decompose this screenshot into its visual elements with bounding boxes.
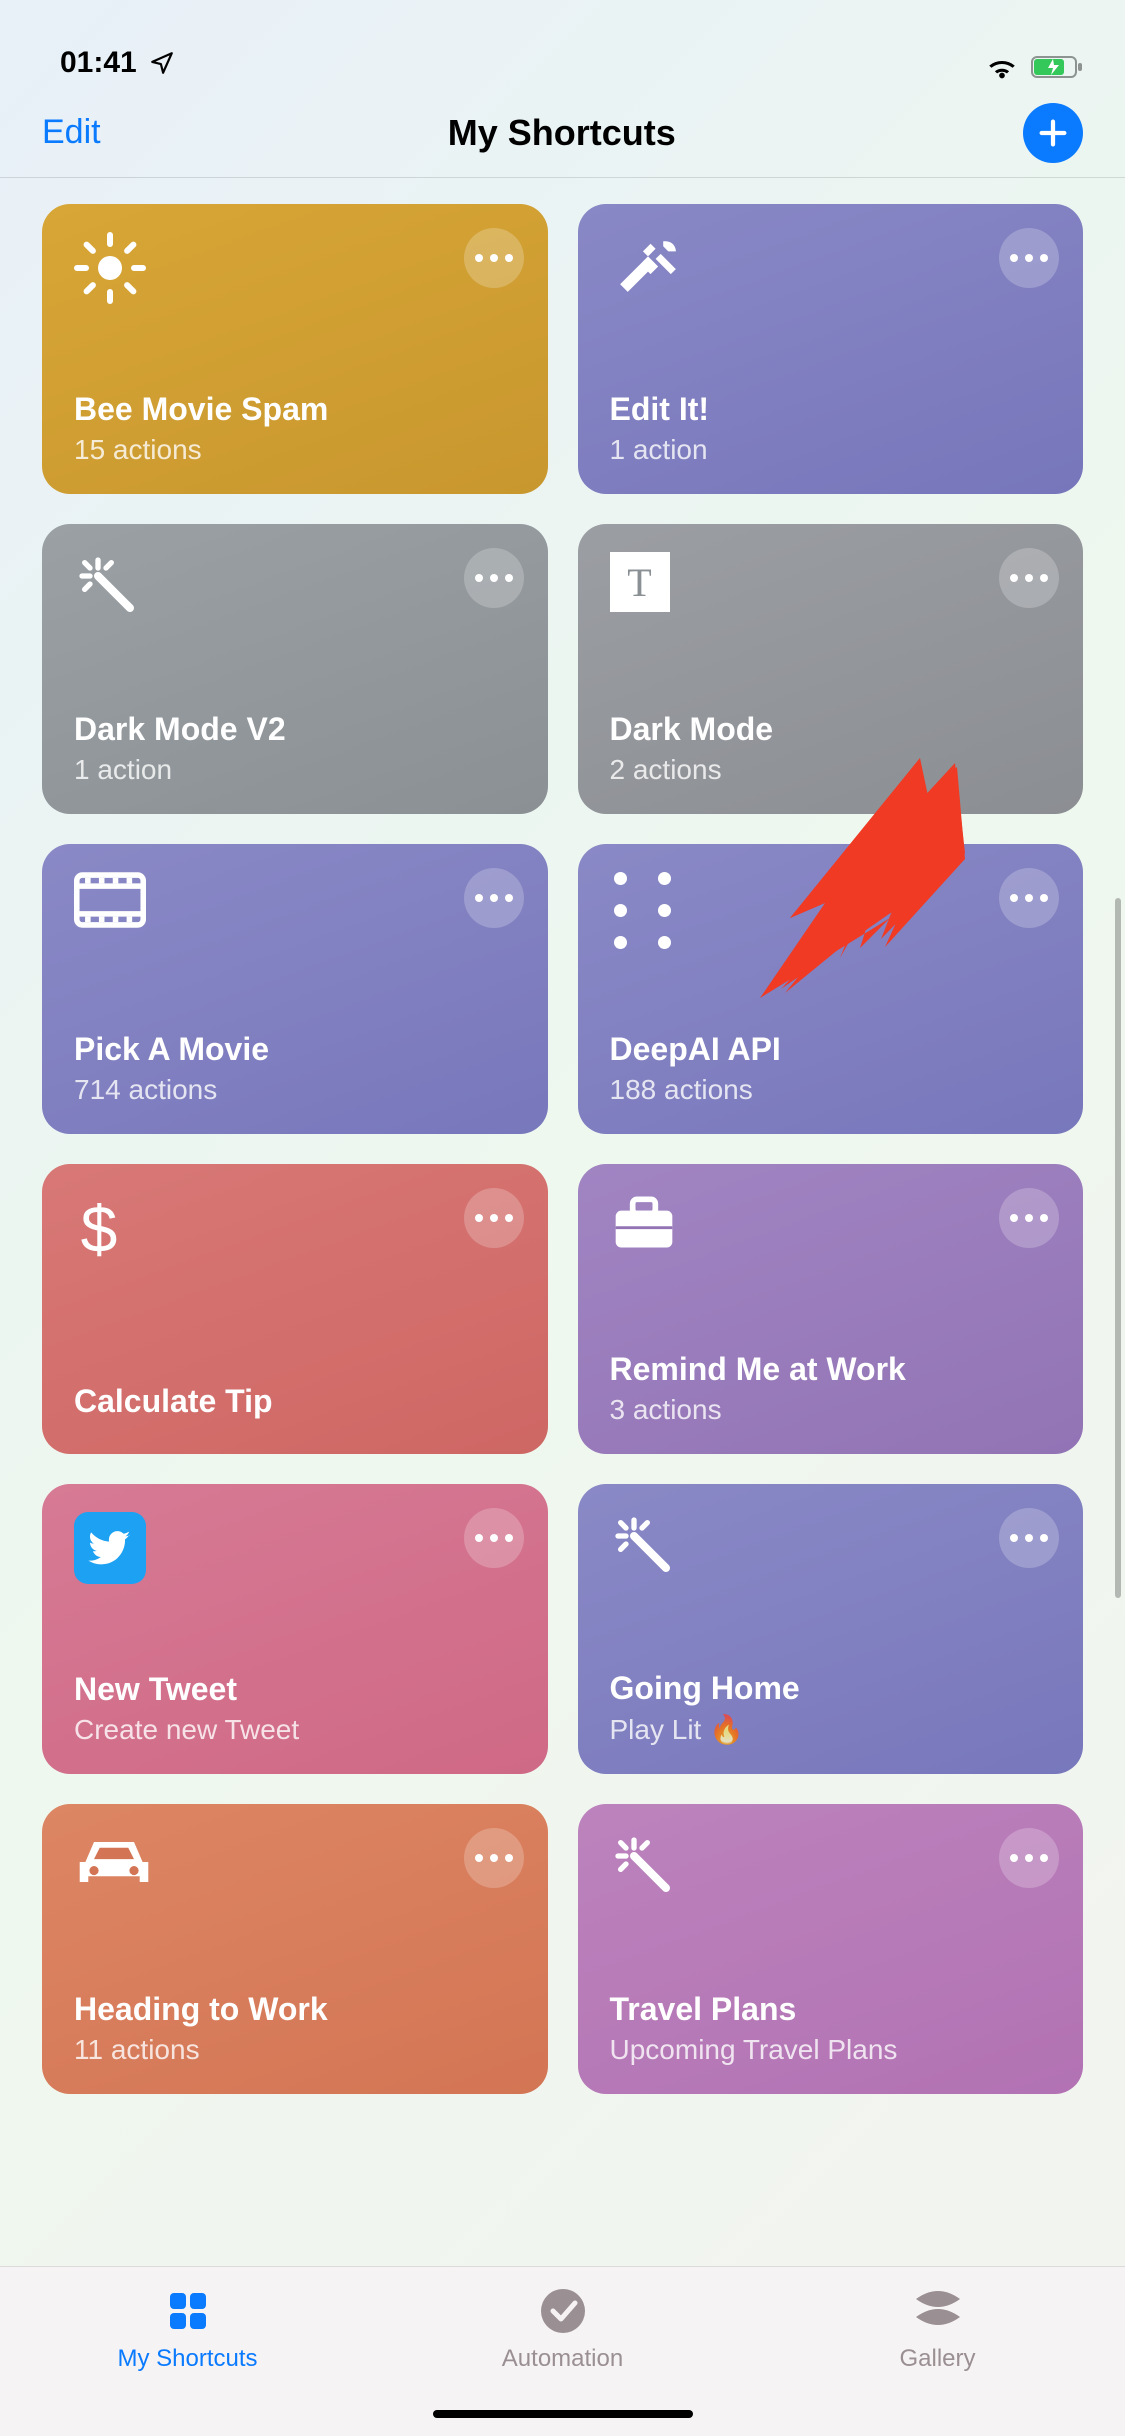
tab-my-shortcuts[interactable]: My Shortcuts [0, 2267, 375, 2436]
shortcut-title: Going Home [610, 1669, 1052, 1707]
shortcut-subtitle: 15 actions [74, 434, 516, 466]
tab-label: My Shortcuts [117, 2345, 257, 2373]
briefcase-icon [610, 1192, 1052, 1262]
shortcut-card[interactable]: DeepAI API 188 actions [578, 844, 1084, 1134]
svg-text:$: $ [81, 1192, 118, 1264]
shortcut-card[interactable]: $ Calculate Tip [42, 1164, 548, 1454]
shortcut-subtitle: Create new Tweet [74, 1714, 516, 1746]
tab-label: Automation [502, 2345, 623, 2373]
car-icon [74, 1832, 516, 1902]
six-dots-icon [610, 872, 1052, 942]
shortcut-more-button[interactable] [999, 548, 1059, 608]
shortcut-title: DeepAI API [610, 1030, 1052, 1068]
location-icon [149, 50, 175, 76]
home-indicator[interactable] [433, 2410, 693, 2418]
shortcut-card[interactable]: Bee Movie Spam 15 actions [42, 204, 548, 494]
shortcut-more-button[interactable] [464, 1828, 524, 1888]
shortcut-title: Remind Me at Work [610, 1350, 1052, 1388]
shortcut-card[interactable]: Heading to Work 11 actions [42, 1804, 548, 2094]
shortcut-title: Pick A Movie [74, 1030, 516, 1068]
shortcut-more-button[interactable] [999, 868, 1059, 928]
shortcut-more-button[interactable] [464, 1508, 524, 1568]
film-icon [74, 872, 516, 942]
wand-icon [610, 1832, 1052, 1902]
shortcut-subtitle: 188 actions [610, 1074, 1052, 1106]
shortcut-title: New Tweet [74, 1670, 516, 1708]
wand-icon [610, 1512, 1052, 1582]
shortcut-subtitle: 2 actions [610, 754, 1052, 786]
tab-label: Gallery [899, 2345, 975, 2373]
shortcut-more-button[interactable] [464, 548, 524, 608]
shortcut-more-button[interactable] [999, 1828, 1059, 1888]
edit-button[interactable]: Edit [42, 113, 101, 152]
hammer-wrench-icon [610, 232, 1052, 302]
status-bar: 01:41 [0, 0, 1125, 88]
scroll-indicator [1115, 898, 1121, 1598]
shortcut-subtitle: 11 actions [74, 2034, 516, 2066]
shortcut-subtitle: 1 action [74, 754, 516, 786]
shortcut-card[interactable]: Dark Mode V2 1 action [42, 524, 548, 814]
dollar-icon: $ [74, 1192, 516, 1262]
shortcut-title: Edit It! [610, 390, 1052, 428]
shortcut-card[interactable]: T Dark Mode 2 actions [578, 524, 1084, 814]
shortcut-more-button[interactable] [999, 1188, 1059, 1248]
shortcut-more-button[interactable] [464, 228, 524, 288]
shortcut-more-button[interactable] [999, 228, 1059, 288]
shortcut-title: Dark Mode V2 [74, 710, 516, 748]
shortcut-subtitle: 1 action [610, 434, 1052, 466]
shortcut-card[interactable]: Remind Me at Work 3 actions [578, 1164, 1084, 1454]
nav-header: Edit My Shortcuts [0, 88, 1125, 178]
shortcut-card[interactable]: Edit It! 1 action [578, 204, 1084, 494]
page-title: My Shortcuts [448, 112, 676, 154]
shortcut-title: Travel Plans [610, 1990, 1052, 2028]
shortcut-subtitle: 714 actions [74, 1074, 516, 1106]
shortcut-card[interactable]: Travel Plans Upcoming Travel Plans [578, 1804, 1084, 2094]
text-box-icon: T [610, 552, 1052, 622]
grid-icon [164, 2287, 212, 2335]
add-shortcut-button[interactable] [1023, 103, 1083, 163]
shortcut-subtitle: Play Lit 🔥 [610, 1713, 1052, 1746]
shortcuts-scroll[interactable]: Bee Movie Spam 15 actions Edit It! 1 act… [0, 178, 1125, 2266]
battery-icon [1031, 54, 1085, 80]
plus-icon [1036, 116, 1070, 150]
shortcut-title: Dark Mode [610, 710, 1052, 748]
shortcut-title: Calculate Tip [74, 1382, 516, 1420]
status-time: 01:41 [60, 46, 137, 80]
shortcut-card[interactable]: Pick A Movie 714 actions [42, 844, 548, 1134]
shortcut-card[interactable]: Going Home Play Lit 🔥 [578, 1484, 1084, 1774]
tab-gallery[interactable]: Gallery [750, 2267, 1125, 2436]
shortcut-card[interactable]: New Tweet Create new Tweet [42, 1484, 548, 1774]
shortcut-subtitle: 3 actions [610, 1394, 1052, 1426]
shortcut-title: Heading to Work [74, 1990, 516, 2028]
shortcut-more-button[interactable] [464, 1188, 524, 1248]
twitter-icon [74, 1512, 516, 1582]
shortcut-more-button[interactable] [999, 1508, 1059, 1568]
shortcut-subtitle: Upcoming Travel Plans [610, 2034, 1052, 2066]
shortcut-more-button[interactable] [464, 868, 524, 928]
wifi-icon [985, 54, 1019, 80]
shortcut-title: Bee Movie Spam [74, 390, 516, 428]
gallery-icon [912, 2287, 964, 2335]
automation-icon [539, 2287, 587, 2335]
wand-icon [74, 552, 516, 622]
sun-icon [74, 232, 516, 302]
